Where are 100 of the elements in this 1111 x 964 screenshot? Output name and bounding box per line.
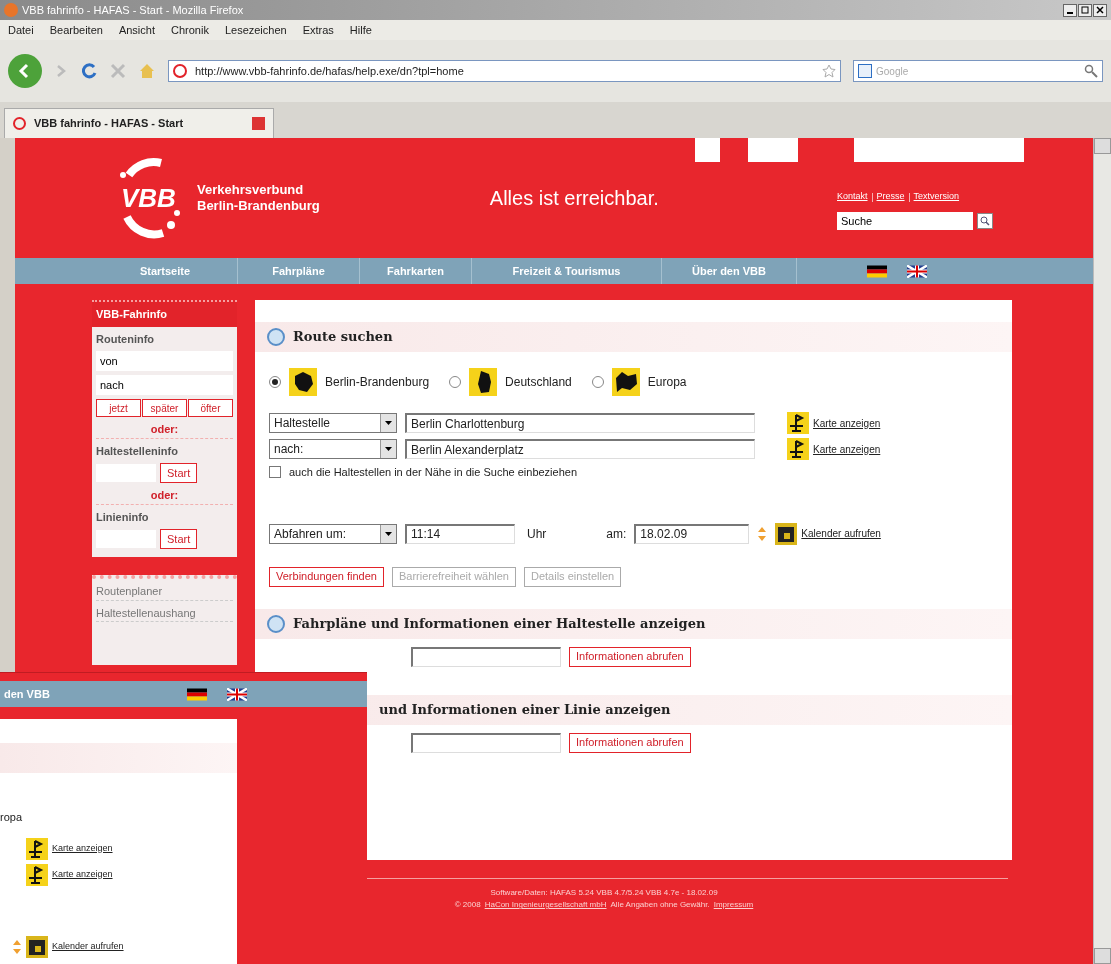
search-engine-icon: [858, 64, 872, 78]
dropdown-arrow-icon: [385, 447, 392, 451]
time-button[interactable]: öfter: [188, 399, 233, 417]
start-button[interactable]: Start: [160, 463, 198, 483]
date-label: am:: [606, 525, 627, 543]
up-down-icon[interactable]: [757, 525, 768, 542]
separator-label: oder:: [96, 421, 233, 439]
checkbox-label: auch die Haltestellen in der Nähe in die Suche einbeziehen: [289, 465, 578, 480]
button[interactable]: Informationen abrufen: [569, 732, 691, 753]
menu-item[interactable]: Lesezeichen: [224, 21, 287, 39]
section-title: und Informationen einer Linie anzeigen: [379, 700, 671, 719]
search-box[interactable]: Google: [853, 60, 1103, 82]
text-field[interactable]: Berlin Alexanderplatz: [405, 439, 755, 459]
link[interactable]: Kalender aufrufen: [52, 939, 124, 954]
button[interactable]: Informationen abrufen: [569, 646, 691, 667]
maximize-button[interactable]: [1078, 3, 1092, 17]
text-field[interactable]: [411, 646, 561, 667]
link[interactable]: Kalender aufrufen: [801, 526, 881, 541]
map-pin-icon: [787, 438, 809, 460]
radio-button[interactable]: [269, 376, 281, 388]
close-button[interactable]: [1093, 3, 1107, 17]
bullet-icon: [267, 328, 285, 346]
browser-tab[interactable]: VBB fahrinfo - HAFAS - Start: [4, 108, 274, 138]
footer-text: © 2008: [454, 899, 481, 911]
text-field[interactable]: von: [96, 351, 233, 371]
sidebar-link[interactable]: Routenplaner: [96, 583, 233, 601]
calendar-icon: [775, 522, 798, 545]
close-icon: [1096, 6, 1104, 14]
back-button[interactable]: [8, 54, 42, 88]
star-icon[interactable]: [822, 64, 836, 78]
link[interactable]: Karte anzeigen: [52, 841, 113, 856]
menu-item[interactable]: Ansicht: [118, 21, 155, 39]
section-label: Haltestelleninfo: [96, 443, 179, 459]
text-field[interactable]: 18.02.09: [634, 523, 750, 544]
time-button[interactable]: später: [142, 399, 187, 417]
dropdown-arrow-icon: [385, 531, 392, 536]
section-label: Linieninfo: [96, 509, 150, 525]
logo-text: VBB: [121, 181, 177, 215]
link[interactable]: Karte anzeigen: [813, 415, 881, 431]
time-button[interactable]: jetzt: [96, 399, 141, 417]
footer-text: Alle Angaben ohne Gewähr.: [610, 899, 710, 911]
button[interactable]: Verbindungen finden: [269, 566, 384, 587]
radio-label: ropa: [0, 810, 24, 825]
map-pin-icon: [26, 837, 48, 860]
search-icon: [980, 215, 990, 226]
region-map-icon: [611, 368, 640, 396]
german-flag-icon[interactable]: [187, 687, 207, 701]
menu-item[interactable]: Extras: [302, 21, 334, 39]
radio-label: Berlin-Brandenburg: [325, 374, 430, 391]
region-map-icon: [469, 368, 498, 396]
menu-item[interactable]: Datei: [8, 21, 34, 39]
british-flag-icon[interactable]: [227, 687, 247, 701]
map-pin-icon: [26, 863, 48, 886]
separator-label: oder:: [96, 487, 233, 505]
menu-item[interactable]: Hilfe: [349, 21, 372, 39]
link[interactable]: Karte anzeigen: [52, 867, 113, 882]
dropdown[interactable]: Haltestelle: [269, 413, 397, 433]
map-pin-icon: [787, 412, 809, 434]
organization-name: Berlin-Brandenburg: [197, 198, 320, 215]
link[interactable]: Presse: [876, 190, 905, 204]
search-field[interactable]: Google: [876, 63, 1080, 79]
german-flag-icon[interactable]: [867, 264, 887, 278]
dropdown[interactable]: Abfahren um:: [269, 523, 397, 544]
search-icon[interactable]: [1084, 64, 1098, 78]
start-button[interactable]: Start: [160, 529, 198, 549]
text-field[interactable]: 11:14: [405, 523, 515, 544]
section-label: Routeninfo: [96, 331, 156, 347]
text-field[interactable]: nach: [96, 375, 233, 395]
region-map-icon: [289, 368, 317, 396]
british-flag-icon[interactable]: [907, 264, 927, 278]
text-field[interactable]: Berlin Charlottenburg: [405, 413, 755, 433]
site-icon: [173, 64, 187, 78]
checkbox[interactable]: [269, 466, 281, 479]
search-button[interactable]: [977, 212, 993, 229]
link[interactable]: Karte anzeigen: [813, 441, 881, 457]
panel-title: VBB-Fahrinfo: [92, 300, 237, 327]
window-title: VBB fahrinfo - HAFAS - Start - Mozilla Firefox: [22, 2, 244, 18]
minimize-button[interactable]: [1063, 3, 1077, 17]
link[interactable]: Impressum: [713, 899, 754, 911]
section-title: Fahrpläne und Informationen einer Haltestelle anzeigen: [293, 614, 706, 633]
menu-item[interactable]: Bearbeiten: [49, 21, 103, 39]
link[interactable]: Kontakt: [837, 190, 868, 204]
section-title: Route suchen: [293, 328, 393, 347]
dropdown[interactable]: nach:: [269, 439, 397, 459]
link[interactable]: Textversion: [913, 190, 960, 204]
unit-label: Uhr: [527, 525, 547, 543]
browser-icon: [4, 3, 18, 17]
sidebar-link[interactable]: Haltestellenaushang: [96, 604, 233, 622]
up-down-icon[interactable]: [12, 938, 22, 955]
radio-button[interactable]: [449, 376, 462, 388]
menu-item[interactable]: Chronik: [171, 21, 209, 39]
reload-icon[interactable]: [80, 62, 98, 80]
organization-name: Verkehrsverbund: [197, 181, 305, 198]
scrollbar[interactable]: [1093, 138, 1111, 964]
text-field[interactable]: [411, 732, 561, 753]
search-field[interactable]: Suche: [837, 211, 973, 230]
radio-button[interactable]: [591, 376, 604, 388]
address-bar[interactable]: http://www.vbb-fahrinfo.de/hafas/help.exe/dn?tpl=home: [168, 60, 841, 82]
site-icon: [13, 117, 26, 130]
radio-label: Deutschland: [505, 374, 572, 391]
